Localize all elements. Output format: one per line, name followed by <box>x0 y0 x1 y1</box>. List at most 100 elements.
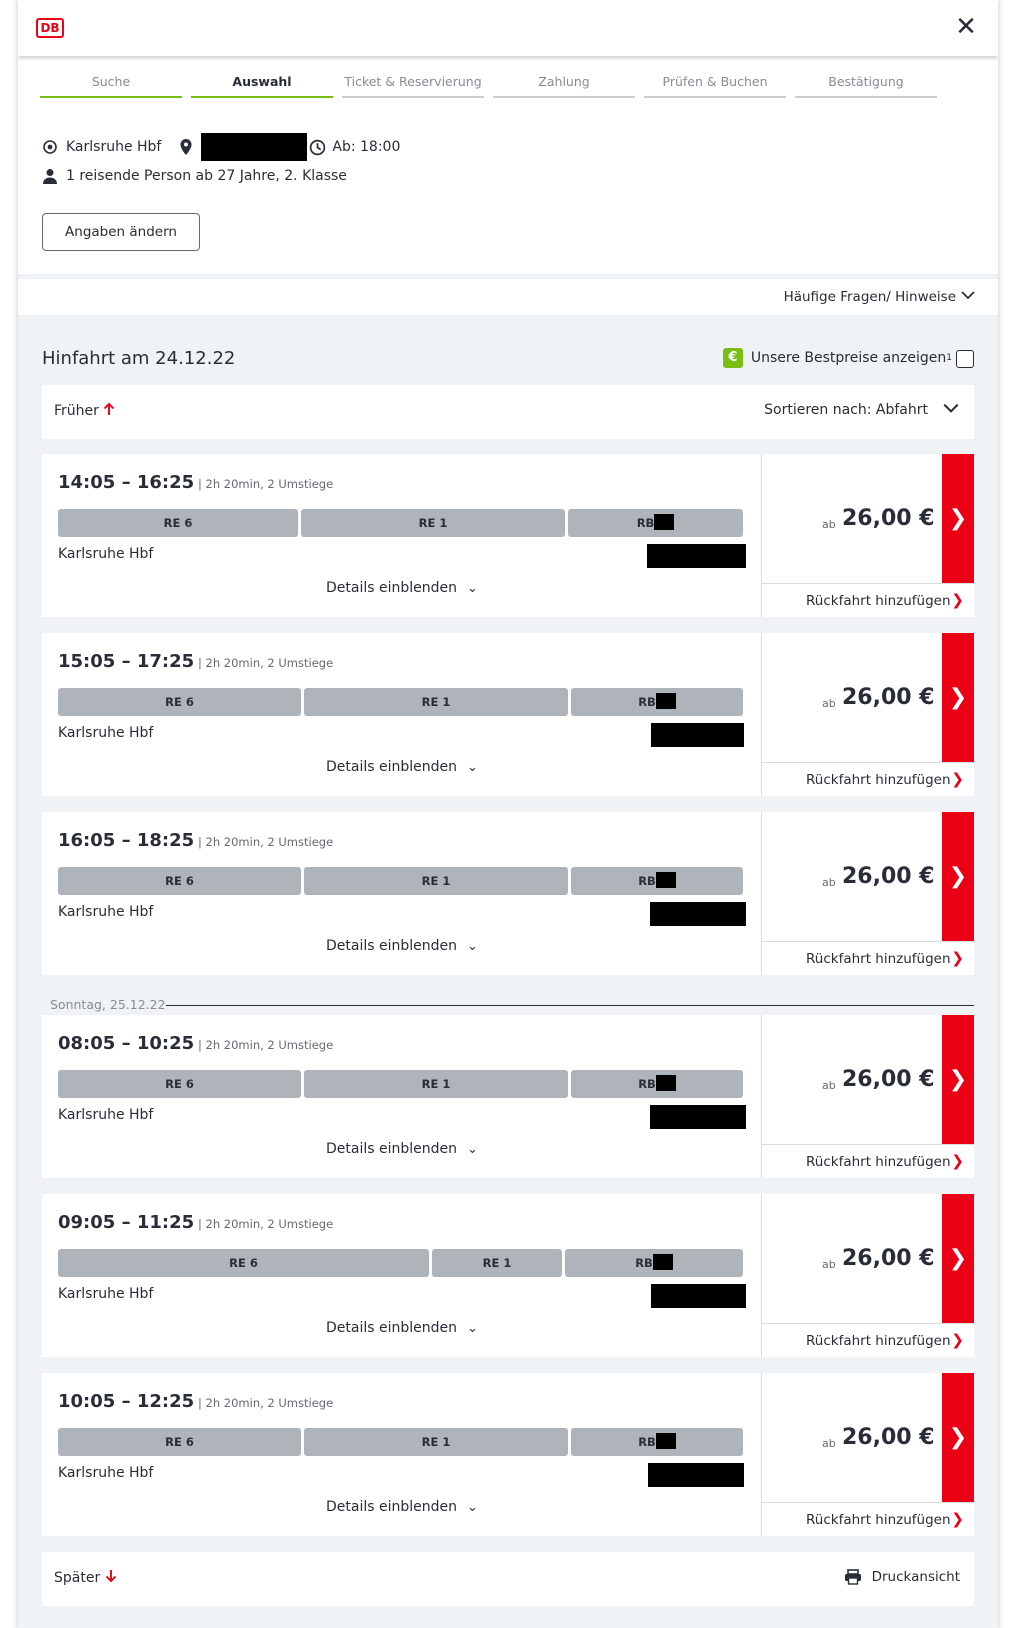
select-connection-button[interactable]: ❯ <box>942 633 974 762</box>
details-toggle[interactable]: Details einblenden ⌄ <box>326 580 478 596</box>
connection-card[interactable]: 10:05 – 12:25 | 2h 20min, 2 Umstiege RE … <box>42 1373 974 1536</box>
step-suche[interactable]: Suche <box>40 74 182 98</box>
select-connection-button[interactable]: ❯ <box>942 1015 974 1144</box>
details-toggle[interactable]: Details einblenden ⌄ <box>326 1320 478 1336</box>
details-toggle[interactable]: Details einblenden ⌄ <box>326 1141 478 1157</box>
add-return-button[interactable]: Rückfahrt hinzufügen ❯ <box>761 1144 974 1178</box>
price-box[interactable]: ab 26,00 € <box>761 633 942 762</box>
add-return-button[interactable]: Rückfahrt hinzufügen ❯ <box>761 583 974 617</box>
select-connection-button[interactable]: ❯ <box>942 454 974 583</box>
chevron-down-icon[interactable] <box>942 399 960 421</box>
details-label: Details einblenden <box>326 938 457 954</box>
arrow-down-icon <box>105 1570 116 1583</box>
redacted <box>655 1075 676 1091</box>
details-toggle[interactable]: Details einblenden ⌄ <box>326 1499 478 1515</box>
price-prefix: ab <box>822 697 836 710</box>
segment: RE 6 <box>58 509 298 537</box>
earlier-button[interactable]: Früher <box>54 402 115 419</box>
redacted <box>654 514 675 530</box>
details-toggle[interactable]: Details einblenden ⌄ <box>326 938 478 954</box>
chevron-right-icon: ❯ <box>951 1152 964 1170</box>
price: 26,00 € <box>842 685 935 710</box>
price-box[interactable]: ab 26,00 € <box>761 454 942 583</box>
origin-station: Karlsruhe Hbf <box>58 546 154 562</box>
connection-card[interactable]: 08:05 – 10:25 | 2h 20min, 2 Umstiege RE … <box>42 1015 974 1178</box>
price: 26,00 € <box>842 1246 935 1271</box>
chevron-right-icon: ❯ <box>951 949 964 967</box>
return-label: Rückfahrt hinzufügen <box>806 1512 951 1528</box>
step-label: Suche <box>91 74 131 89</box>
return-label: Rückfahrt hinzufügen <box>806 593 951 609</box>
segment-label: RB <box>638 1077 656 1091</box>
destination-redacted <box>201 133 308 161</box>
redacted <box>652 1254 673 1270</box>
chevron-right-icon: ❯ <box>948 506 968 531</box>
connection-card[interactable]: 14:05 – 16:25 | 2h 20min, 2 Umstiege RE … <box>42 454 974 617</box>
print-button[interactable]: Druckansicht <box>844 1569 960 1585</box>
segment: RB <box>568 509 743 537</box>
price-box[interactable]: ab 26,00 € <box>761 1373 942 1502</box>
close-icon[interactable]: ✕ <box>952 14 980 42</box>
segment-label: RE 1 <box>418 516 448 530</box>
chevron-right-icon: ❯ <box>948 1246 968 1271</box>
origin-station: Karlsruhe Hbf <box>66 139 162 155</box>
chevron-right-icon: ❯ <box>951 770 964 788</box>
faq-label: Häufige Fragen/ Hinweise <box>783 289 956 305</box>
connection-meta: | 2h 20min, 2 Umstiege <box>198 1038 334 1052</box>
origin-station: Karlsruhe Hbf <box>58 1286 154 1302</box>
connection-time: 09:05 – 11:25 <box>58 1212 195 1233</box>
passenger-row: 1 reisende Person ab 27 Jahre, 2. Klasse <box>42 168 347 184</box>
price-box[interactable]: ab 26,00 € <box>761 1194 942 1323</box>
details-label: Details einblenden <box>326 1499 457 1515</box>
later-button[interactable]: Später <box>54 1569 117 1586</box>
segment-label: RE 1 <box>421 695 451 709</box>
divider <box>166 1005 974 1006</box>
price-prefix: ab <box>822 1258 836 1271</box>
add-return-button[interactable]: Rückfahrt hinzufügen ❯ <box>761 762 974 796</box>
origin-station: Karlsruhe Hbf <box>58 725 154 741</box>
select-connection-button[interactable]: ❯ <box>942 1373 974 1502</box>
segment-label: RE 1 <box>421 1435 451 1449</box>
outbound-title: Hinfahrt am 24.12.22 <box>42 348 236 369</box>
select-connection-button[interactable]: ❯ <box>942 1194 974 1323</box>
segment-label: RE 6 <box>165 874 194 888</box>
step-label: Prüfen & Buchen <box>662 74 768 89</box>
destination-redacted <box>650 902 746 926</box>
chevron-down-icon: ⌄ <box>467 1321 478 1336</box>
connection-card[interactable]: 16:05 – 18:25 | 2h 20min, 2 Umstiege RE … <box>42 812 974 975</box>
origin-station: Karlsruhe Hbf <box>58 904 154 920</box>
segment: RE 1 <box>304 867 568 895</box>
add-return-button[interactable]: Rückfahrt hinzufügen ❯ <box>761 1323 974 1357</box>
step-label: Zahlung <box>538 74 590 89</box>
details-toggle[interactable]: Details einblenden ⌄ <box>326 759 478 775</box>
connection-card[interactable]: 09:05 – 11:25 | 2h 20min, 2 Umstiege RE … <box>42 1194 974 1357</box>
bestprice-label: Unsere Bestpreise anzeigen <box>750 350 947 366</box>
connection-meta: | 2h 20min, 2 Umstiege <box>198 656 334 670</box>
select-connection-button[interactable]: ❯ <box>942 812 974 941</box>
connection-card[interactable]: 15:05 – 17:25 | 2h 20min, 2 Umstiege RE … <box>42 633 974 796</box>
connection-time: 14:05 – 16:25 <box>58 472 195 493</box>
bestprice-checkbox[interactable] <box>956 350 974 368</box>
segment: RB <box>571 1428 743 1456</box>
destination-pin-icon <box>180 139 192 155</box>
sort-label[interactable]: Sortieren nach: Abfahrt <box>764 402 928 418</box>
chevron-right-icon: ❯ <box>948 685 968 710</box>
price-box[interactable]: ab 26,00 € <box>761 812 942 941</box>
chevron-down-icon <box>960 287 976 307</box>
return-label: Rückfahrt hinzufügen <box>806 951 951 967</box>
printer-icon <box>844 1569 861 1585</box>
bestprice-option[interactable]: € Unsere Bestpreise anzeigen 1 <box>722 348 952 368</box>
segment-label: RB <box>638 695 656 709</box>
segment: RE 1 <box>304 1428 568 1456</box>
add-return-button[interactable]: Rückfahrt hinzufügen ❯ <box>761 1502 974 1536</box>
change-search-button[interactable]: Angaben ändern <box>42 213 200 251</box>
connection-meta: | 2h 20min, 2 Umstiege <box>198 835 334 849</box>
segment: RE 1 <box>301 509 565 537</box>
segment: RE 6 <box>58 1249 429 1277</box>
db-logo[interactable]: DB <box>36 18 64 38</box>
add-return-button[interactable]: Rückfahrt hinzufügen ❯ <box>761 941 974 975</box>
price-box[interactable]: ab 26,00 € <box>761 1015 942 1144</box>
faq-toggle[interactable]: Häufige Fragen/ Hinweise <box>18 279 998 315</box>
chevron-right-icon: ❯ <box>951 1510 964 1528</box>
segment-label: RE 6 <box>165 695 194 709</box>
